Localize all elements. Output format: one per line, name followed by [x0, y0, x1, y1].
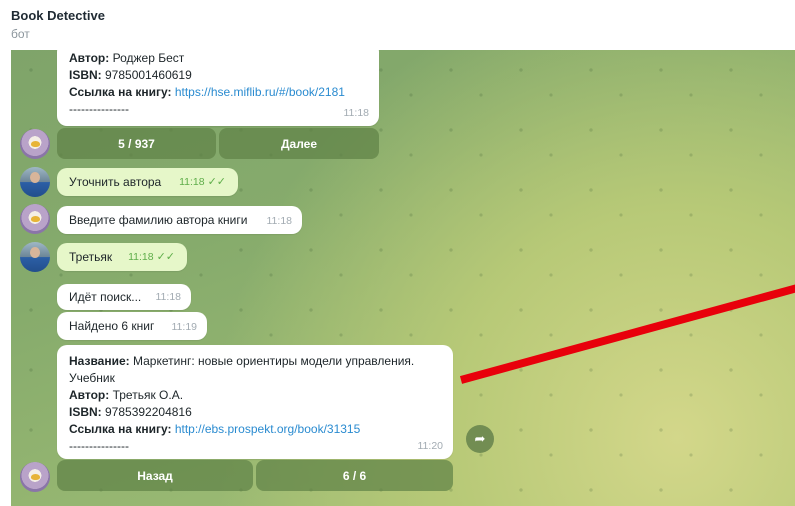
chat-header[interactable]: Book Detective бот [0, 0, 795, 50]
chat-area[interactable]: Автор: Роджер Бест ISBN: 9785001460619 С… [11, 50, 795, 506]
chat-subtitle: бот [11, 27, 30, 41]
red-annotation-line [459, 284, 795, 384]
chat-title[interactable]: Book Detective [11, 8, 105, 23]
